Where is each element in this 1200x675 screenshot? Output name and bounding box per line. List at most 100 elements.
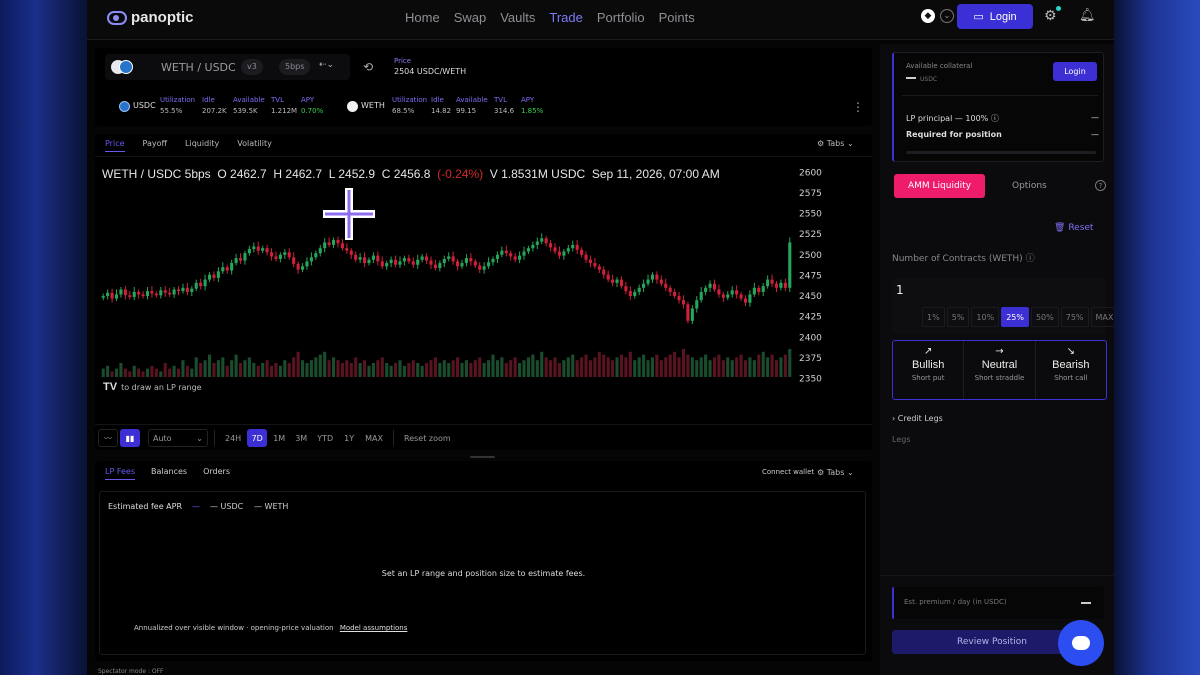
contracts-info-icon[interactable]: ⓘ: [1026, 254, 1035, 264]
candle-body: [739, 294, 743, 299]
chart-tabs-menu[interactable]: ⚙ Tabs ⌄: [817, 139, 854, 148]
collateral-label: Available collateral: [906, 62, 973, 70]
trend-up-icon: ↗: [923, 346, 933, 357]
fee-footnote: Annualized over visible window · opening…: [134, 624, 407, 632]
tab-payoff[interactable]: Payoff: [143, 139, 168, 152]
tab-orders[interactable]: Orders: [203, 467, 230, 480]
tab-liquidity[interactable]: Liquidity: [185, 139, 219, 152]
candle-body: [128, 295, 132, 297]
candle-body: [557, 251, 562, 256]
refresh-icon[interactable]: ⟲: [363, 60, 373, 74]
candle-body: [106, 292, 110, 297]
volume-bar: [292, 357, 296, 377]
tab-balances[interactable]: Balances: [151, 467, 187, 480]
help-icon[interactable]: ?: [1095, 180, 1106, 191]
nav-home[interactable]: Home: [405, 10, 440, 25]
range-1y[interactable]: 1Y: [339, 429, 359, 447]
tab-price[interactable]: Price: [105, 139, 125, 152]
candle-body: [221, 267, 225, 272]
strategy-neutral[interactable]: → Neutral Short straddle: [964, 341, 1036, 399]
reset-zoom-button[interactable]: Reset zoom: [400, 429, 455, 447]
volume-bar: [615, 357, 619, 377]
volume-bar: [500, 357, 504, 377]
candle-body: [571, 244, 575, 249]
ohlc-change: (-0.24%): [437, 167, 484, 181]
pair-chevron-icon[interactable]: ⇠⌄: [319, 60, 334, 70]
range-ytd[interactable]: YTD: [313, 429, 337, 447]
y-tick-label: 2475: [799, 271, 822, 281]
app-window: panoptic Home Swap Vaults Trade Portfoli…: [87, 0, 1114, 675]
candle-body: [619, 279, 624, 287]
line-chart-button[interactable]: 〰: [98, 429, 118, 447]
volume-bar: [549, 360, 553, 377]
settings-gear-icon[interactable]: ⚙: [1044, 8, 1057, 24]
tab-volatility[interactable]: Volatility: [237, 139, 272, 152]
volume-bar: [221, 357, 225, 377]
network-eth-icon[interactable]: ◆: [921, 9, 935, 23]
candle-body: [495, 254, 499, 259]
nav-swap[interactable]: Swap: [454, 10, 487, 25]
volume-bar: [194, 357, 198, 377]
volume-bar: [145, 368, 150, 377]
more-options-icon[interactable]: ⋮: [852, 100, 864, 114]
nav-vaults[interactable]: Vaults: [500, 10, 535, 25]
sidebar-login-button[interactable]: Login: [1053, 62, 1097, 81]
candle-body: [473, 261, 477, 266]
logo[interactable]: panoptic: [107, 9, 194, 26]
candle-body: [580, 249, 584, 255]
range-1m[interactable]: 1M: [269, 429, 289, 447]
panel-resize-handle[interactable]: [470, 456, 495, 458]
pct-1[interactable]: 1%: [922, 307, 945, 327]
spectator-mode[interactable]: Spectator mode : OFF: [98, 668, 164, 675]
volume-bar: [371, 363, 375, 377]
lp-principal-info-icon[interactable]: ⓘ: [991, 114, 999, 123]
credit-legs-toggle[interactable]: › Credit Legs: [892, 414, 943, 423]
candle-body: [225, 267, 229, 271]
candle-body: [606, 274, 610, 280]
volume-bar: [230, 360, 234, 377]
tab-lp-fees[interactable]: LP Fees: [105, 467, 135, 480]
price-chart[interactable]: 2600 2575 2550 2525 2500 2475 2450 2425 2400 2375…: [95, 158, 872, 398]
pct-25[interactable]: 25%: [1001, 307, 1029, 327]
tab-amm-liquidity[interactable]: AMM Liquidity: [894, 174, 985, 198]
strategy-bullish[interactable]: ↗ Bullish Short put: [893, 341, 965, 399]
volume-bar: [380, 357, 384, 377]
bottom-tabs-menu[interactable]: ⚙ Tabs ⌄: [817, 468, 854, 477]
weth-avail-label: Available: [456, 96, 488, 104]
connect-wallet-link[interactable]: Connect wallet: [762, 468, 814, 476]
range-max[interactable]: MAX: [361, 429, 387, 447]
pair-selector[interactable]: WETH / USDC v3 5bps ⇠⌄: [105, 54, 350, 80]
range-24h[interactable]: 24H: [221, 429, 245, 447]
network-chevron-icon[interactable]: ⌄: [940, 9, 954, 23]
pct-5[interactable]: 5%: [946, 307, 970, 327]
fee-apr-box: Estimated fee APR — — USDC — WETH Set an…: [99, 491, 866, 655]
volume-bar: [150, 365, 154, 377]
range-3m[interactable]: 3M: [291, 429, 311, 447]
interval-select[interactable]: Auto ⌄: [148, 429, 208, 447]
login-button[interactable]: ▭ Login: [957, 4, 1033, 29]
reset-button[interactable]: 🗑︎ Reset: [1054, 223, 1093, 233]
bell-icon[interactable]: 🔔︎: [1079, 8, 1096, 23]
nav-points[interactable]: Points: [659, 10, 695, 25]
pct-10[interactable]: 10%: [971, 307, 1000, 327]
tab-options[interactable]: Options: [1012, 181, 1047, 191]
chat-support-button[interactable]: [1058, 620, 1104, 666]
nav-trade[interactable]: Trade: [549, 10, 582, 25]
usdc-tvl-value: 1.212M: [271, 107, 298, 115]
pct-max[interactable]: MAX: [1090, 307, 1114, 327]
strategy-bearish[interactable]: ↘ Bearish Short call: [1036, 341, 1106, 399]
usdc-avail-value: 539.5K: [233, 107, 258, 115]
nav-portfolio[interactable]: Portfolio: [597, 10, 645, 25]
range-7d[interactable]: 7D: [247, 429, 268, 447]
contracts-input[interactable]: 1: [896, 283, 904, 297]
pct-50[interactable]: 50%: [1030, 307, 1059, 327]
pct-75[interactable]: 75%: [1060, 307, 1089, 327]
candle-body: [544, 238, 548, 244]
volume-bar: [513, 357, 517, 377]
volume-bar: [695, 360, 699, 377]
model-assumptions-link[interactable]: Model assumptions: [340, 624, 408, 632]
candle-chart-button[interactable]: ▮▮: [120, 429, 140, 447]
volume-bar: [425, 363, 429, 377]
volume-bar: [584, 354, 588, 377]
legs-label: Legs: [892, 435, 911, 444]
